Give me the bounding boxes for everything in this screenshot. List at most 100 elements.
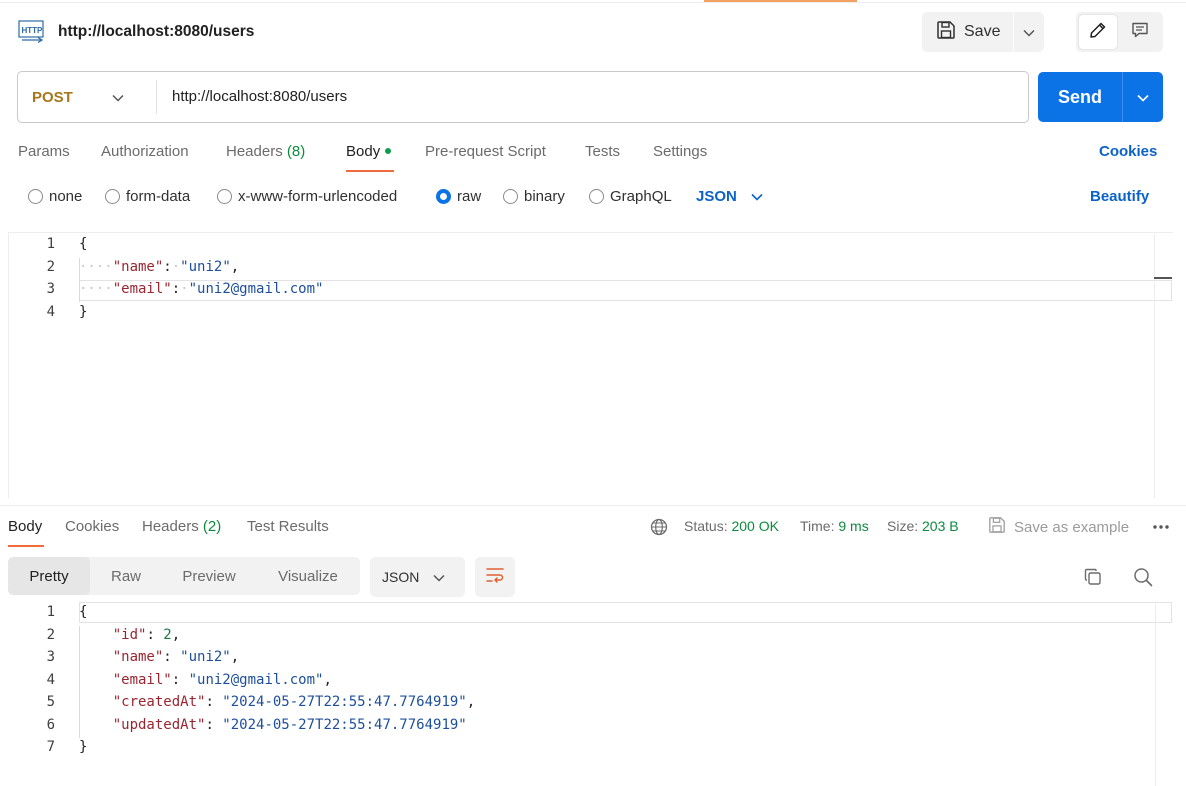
method-label: POST [32, 88, 73, 106]
line-number: 1 [46, 236, 55, 252]
send-options-button[interactable] [1123, 72, 1163, 122]
radio-circle [503, 189, 518, 204]
more-options-icon[interactable] [1152, 518, 1170, 536]
editor-scrollbar[interactable] [1154, 234, 1173, 498]
body-indicator-dot [385, 148, 392, 154]
method-select[interactable]: POST [18, 72, 156, 122]
send-button[interactable]: Send [1038, 72, 1122, 122]
view-visualize-button[interactable]: Visualize [256, 557, 360, 595]
line-number: 5 [46, 694, 55, 710]
tab-authorization[interactable]: Authorization [101, 143, 189, 160]
radio-form-data[interactable]: form-data [105, 188, 190, 205]
active-tab-underline [346, 170, 394, 172]
svg-text:HTTP: HTTP [22, 26, 44, 35]
radio-urlencoded[interactable]: x-www-form-urlencoded [217, 188, 397, 205]
tab-label: Headers [142, 518, 199, 535]
tab-pre-request-script[interactable]: Pre-request Script [425, 143, 546, 160]
view-pretty-button[interactable]: Pretty [8, 557, 90, 595]
chevron-down-icon [112, 89, 124, 106]
status-value: 200 OK [731, 518, 779, 534]
line-number: 4 [46, 672, 55, 688]
save-button[interactable]: Save [922, 12, 1013, 52]
radio-circle [217, 189, 232, 204]
pencil-icon [1089, 21, 1107, 43]
header-divider [0, 2, 1186, 3]
response-tab-body[interactable]: Body [8, 518, 42, 535]
radio-binary[interactable]: binary [503, 188, 565, 205]
pane-divider[interactable] [0, 505, 1186, 506]
save-options-button[interactable] [1014, 12, 1044, 52]
search-icon[interactable] [1133, 567, 1153, 587]
code-line: } [79, 304, 88, 320]
globe-icon[interactable] [650, 518, 668, 536]
line-number: 2 [46, 627, 55, 643]
response-tab-cookies[interactable]: Cookies [65, 518, 119, 535]
response-code: 1 { 2 "id": 2, 3 "name": "uni2", 4 "emai… [0, 604, 1150, 774]
line-number: 6 [46, 717, 55, 733]
code-line: ····"email":·"uni2@gmail.com" [79, 281, 324, 297]
tab-label: Body [346, 143, 381, 160]
chevron-down-icon [751, 188, 763, 205]
chevron-down-icon [433, 569, 445, 585]
line-number: 1 [46, 604, 55, 620]
tab-body[interactable]: Body [346, 143, 392, 160]
headers-count: (2) [202, 518, 222, 535]
code-line: "updatedAt": "2024-05-27T22:55:47.776491… [112, 717, 467, 733]
language-label: JSON [696, 188, 737, 205]
radio-circle [28, 189, 43, 204]
code-line: "email": "uni2@gmail.com", [112, 672, 332, 688]
comments-button[interactable] [1121, 15, 1159, 49]
status-meta[interactable]: Status: 200 OK [684, 518, 779, 534]
divider [156, 80, 157, 114]
http-icon: HTTP [18, 20, 46, 44]
response-tab-test-results[interactable]: Test Results [247, 518, 329, 535]
code-line: } [79, 739, 88, 755]
active-tab-underline [8, 545, 44, 547]
save-icon [988, 516, 1006, 538]
radio-raw[interactable]: raw [436, 188, 481, 205]
request-title[interactable]: http://localhost:8080/users [58, 23, 254, 41]
line-number: 3 [46, 281, 55, 297]
code-line: "id": 2, [112, 627, 181, 643]
line-number: 7 [46, 739, 55, 755]
body-language-select[interactable]: JSON [696, 188, 763, 205]
size-meta[interactable]: Size: 203 B [887, 518, 959, 534]
radio-none[interactable]: none [28, 188, 82, 205]
beautify-link[interactable]: Beautify [1090, 188, 1149, 205]
save-icon [936, 20, 956, 44]
save-as-example-button[interactable]: Save as example [988, 516, 1129, 538]
url-input[interactable]: http://localhost:8080/users [172, 88, 347, 105]
editor-scrollbar[interactable] [1155, 604, 1156, 786]
save-button-group: Save [922, 12, 1044, 52]
request-code: 1 { 2 ····"name":·"uni2", 3 ····"email":… [0, 236, 1150, 336]
radio-label: binary [524, 188, 565, 205]
view-raw-button[interactable]: Raw [90, 557, 162, 595]
copy-icon[interactable] [1083, 567, 1103, 587]
save-as-example-label: Save as example [1014, 518, 1130, 536]
tab-params[interactable]: Params [18, 143, 70, 160]
radio-circle [589, 189, 604, 204]
response-tab-headers[interactable]: Headers (2) [142, 518, 221, 535]
scrollbar-marker [1154, 277, 1172, 279]
wrap-lines-button[interactable] [475, 557, 515, 597]
time-label: Time: [800, 518, 835, 534]
radio-label: GraphQL [610, 188, 672, 205]
view-preview-button[interactable]: Preview [162, 557, 256, 595]
code-line: "createdAt": "2024-05-27T22:55:47.776491… [112, 694, 476, 710]
cookies-link[interactable]: Cookies [1099, 143, 1157, 160]
time-meta[interactable]: Time: 9 ms [800, 518, 869, 534]
code-line: { [79, 604, 88, 620]
tab-tests[interactable]: Tests [585, 143, 620, 160]
wrap-lines-icon [485, 566, 505, 588]
response-language-select[interactable]: JSON [370, 557, 465, 597]
radio-graphql[interactable]: GraphQL [589, 188, 672, 205]
line-number: 4 [46, 304, 55, 320]
code-line: "name": "uni2", [112, 649, 240, 665]
edit-mode-button[interactable] [1079, 15, 1117, 49]
size-value: 203 B [922, 518, 959, 534]
radio-label: form-data [126, 188, 191, 205]
radio-label: none [49, 188, 83, 205]
tab-headers[interactable]: Headers (8) [226, 143, 305, 160]
tab-settings[interactable]: Settings [653, 143, 707, 160]
code-line: { [79, 236, 88, 252]
